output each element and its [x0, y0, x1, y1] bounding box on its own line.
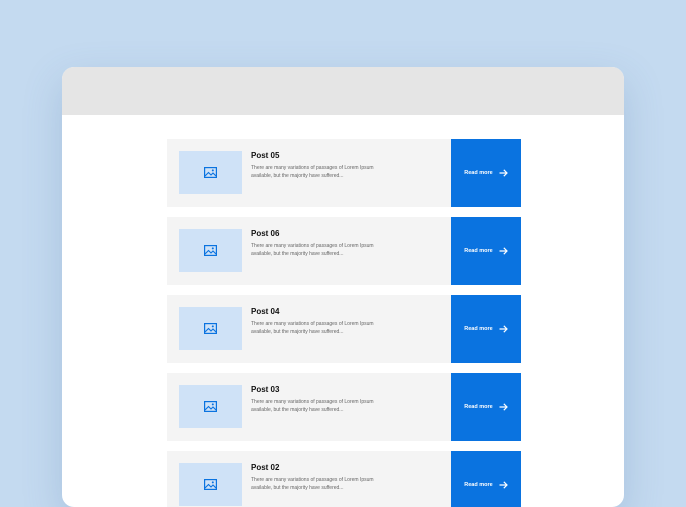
post-text: Post 03 There are many variations of pas…	[242, 373, 451, 441]
read-more-button[interactable]: Read more	[451, 139, 521, 207]
browser-window: Post 05 There are many variations of pas…	[62, 67, 624, 507]
post-excerpt: There are many variations of passages of…	[251, 321, 374, 335]
read-more-label: Read more	[464, 404, 493, 410]
image-icon	[204, 323, 217, 334]
read-more-button[interactable]: Read more	[451, 295, 521, 363]
post-text: Post 05 There are many variations of pas…	[242, 139, 451, 207]
window-titlebar	[62, 67, 624, 115]
post-list: Post 05 There are many variations of pas…	[167, 139, 521, 507]
post-thumbnail	[179, 385, 242, 428]
post-thumbnail	[179, 151, 242, 194]
post-excerpt: There are many variations of passages of…	[251, 165, 374, 179]
arrow-right-icon	[499, 247, 508, 255]
arrow-right-icon	[499, 481, 508, 489]
read-more-button[interactable]: Read more	[451, 217, 521, 285]
post-text: Post 04 There are many variations of pas…	[242, 295, 451, 363]
arrow-right-icon	[499, 403, 508, 411]
post-card: Post 06 There are many variations of pas…	[167, 217, 521, 285]
post-text: Post 06 There are many variations of pas…	[242, 217, 451, 285]
post-card: Post 04 There are many variations of pas…	[167, 295, 521, 363]
post-title: Post 03	[251, 385, 280, 394]
arrow-right-icon	[499, 169, 508, 177]
read-more-label: Read more	[464, 170, 493, 176]
image-icon	[204, 167, 217, 178]
post-thumbnail	[179, 307, 242, 350]
post-card: Post 03 There are many variations of pas…	[167, 373, 521, 441]
post-excerpt: There are many variations of passages of…	[251, 243, 374, 257]
post-card: Post 05 There are many variations of pas…	[167, 139, 521, 207]
post-thumbnail	[179, 229, 242, 272]
image-icon	[204, 401, 217, 412]
read-more-button[interactable]: Read more	[451, 451, 521, 507]
post-thumbnail	[179, 463, 242, 506]
post-excerpt: There are many variations of passages of…	[251, 399, 374, 413]
read-more-label: Read more	[464, 482, 493, 488]
post-title: Post 04	[251, 307, 280, 316]
post-title: Post 02	[251, 463, 280, 472]
post-card: Post 02 There are many variations of pas…	[167, 451, 521, 507]
image-icon	[204, 245, 217, 256]
read-more-label: Read more	[464, 326, 493, 332]
post-title: Post 05	[251, 151, 280, 160]
post-text: Post 02 There are many variations of pas…	[242, 451, 451, 507]
post-title: Post 06	[251, 229, 280, 238]
post-excerpt: There are many variations of passages of…	[251, 477, 374, 491]
image-icon	[204, 479, 217, 490]
read-more-button[interactable]: Read more	[451, 373, 521, 441]
read-more-label: Read more	[464, 248, 493, 254]
arrow-right-icon	[499, 325, 508, 333]
